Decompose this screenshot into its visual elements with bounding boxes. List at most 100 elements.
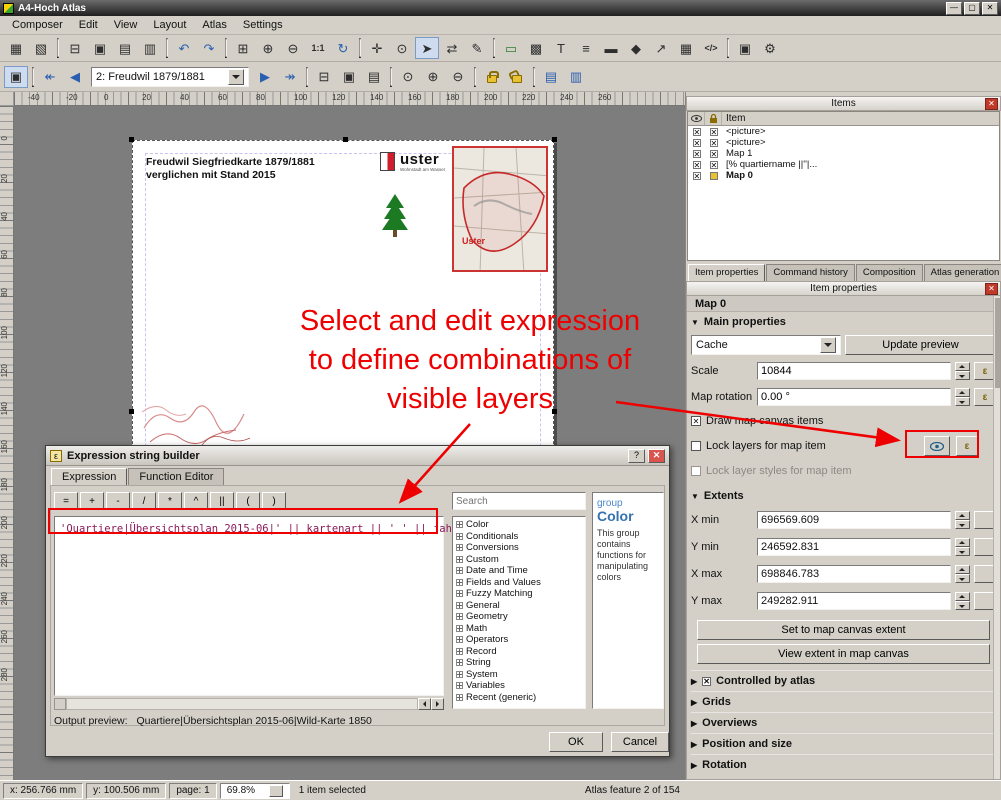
- function-group-variables[interactable]: Variables: [453, 680, 585, 692]
- lock-checkbox[interactable]: ✕: [705, 128, 722, 136]
- function-group-conditionals[interactable]: Conditionals: [453, 531, 585, 543]
- expand-icon[interactable]: [456, 694, 463, 701]
- add-image-button[interactable]: ▩: [524, 37, 548, 59]
- export-atlas-pdf-button[interactable]: ▤: [362, 66, 386, 88]
- function-group-fields-and-values[interactable]: Fields and Values: [453, 577, 585, 589]
- function-group-color[interactable]: Color: [453, 519, 585, 531]
- items-panel-close-button[interactable]: ✕: [985, 98, 998, 110]
- close-button[interactable]: ✕: [982, 2, 998, 15]
- dialog-close-button[interactable]: ✕: [648, 449, 665, 463]
- maximize-button[interactable]: ▢: [964, 2, 980, 15]
- menu-edit[interactable]: Edit: [71, 17, 106, 33]
- item-row-picture[interactable]: ✕ ✕ <picture>: [688, 126, 999, 137]
- zoom-level-combo[interactable]: 69.8%: [220, 783, 290, 799]
- draw-map-canvas-items-checkbox[interactable]: ✕ Draw map canvas items: [691, 410, 996, 432]
- lock-checkbox[interactable]: ✕: [705, 161, 722, 169]
- scroll-left-icon[interactable]: [418, 698, 431, 710]
- chevron-down-icon[interactable]: [820, 337, 836, 353]
- section-main-properties[interactable]: ▼ Main properties: [691, 312, 996, 332]
- expand-icon[interactable]: [456, 671, 463, 678]
- first-feature-button[interactable]: ↞: [38, 66, 62, 88]
- lock-selected-items-button[interactable]: [480, 66, 504, 88]
- last-feature-button[interactable]: ↠: [278, 66, 302, 88]
- selection-handle[interactable]: [129, 409, 134, 414]
- expand-icon[interactable]: [456, 556, 463, 563]
- section-checkbox[interactable]: ✕: [702, 677, 711, 686]
- add-shape-button[interactable]: ◆: [624, 37, 648, 59]
- expand-icon[interactable]: [456, 602, 463, 609]
- scale-stepper[interactable]: [955, 362, 970, 380]
- dialog-tab-function-editor[interactable]: Function Editor: [128, 468, 224, 486]
- print-button[interactable]: ⊟: [63, 37, 87, 59]
- extent-stepper[interactable]: [955, 565, 970, 583]
- section-overviews[interactable]: ▶ Overviews: [691, 712, 996, 733]
- item-properties-close-button[interactable]: ✕: [985, 283, 998, 295]
- move-item-content-button[interactable]: ⇄: [440, 37, 464, 59]
- function-group-conversions[interactable]: Conversions: [453, 542, 585, 554]
- section-extents[interactable]: ▼ Extents: [691, 486, 996, 506]
- dialog-titlebar[interactable]: ε Expression string builder ? ✕: [46, 446, 669, 466]
- align-items-button[interactable]: ▥: [564, 66, 588, 88]
- selection-handle[interactable]: [129, 137, 134, 142]
- extent-field-input[interactable]: 698846.783: [757, 565, 951, 583]
- undo-button[interactable]: ↶: [172, 37, 196, 59]
- menu-settings[interactable]: Settings: [235, 17, 291, 33]
- menu-composer[interactable]: Composer: [4, 17, 71, 33]
- cache-mode-combo[interactable]: Cache: [691, 335, 841, 355]
- operator-button[interactable]: ^: [184, 492, 208, 510]
- map-preview-thumbnail[interactable]: Uster: [452, 146, 548, 272]
- extent-stepper[interactable]: [955, 511, 970, 529]
- section-grids[interactable]: ▶ Grids: [691, 691, 996, 712]
- function-group-system[interactable]: System: [453, 669, 585, 681]
- ok-button[interactable]: OK: [549, 732, 603, 752]
- visibility-checkbox[interactable]: ✕: [688, 128, 705, 136]
- export-as-svg-button[interactable]: ▤: [113, 37, 137, 59]
- expand-icon[interactable]: [456, 648, 463, 655]
- editor-horizontal-scrollbar[interactable]: [54, 698, 444, 710]
- expand-icon[interactable]: [456, 682, 463, 689]
- next-feature-button[interactable]: ▶: [253, 66, 277, 88]
- zoom-out-button[interactable]: ⊖: [281, 37, 305, 59]
- operator-button[interactable]: ||: [210, 492, 234, 510]
- zoom-in-button[interactable]: ⊕: [256, 37, 280, 59]
- add-arrow-button[interactable]: ↗: [649, 37, 673, 59]
- expand-icon[interactable]: [456, 659, 463, 666]
- uster-logo[interactable]: uster Wohnstadt am Wasser: [380, 152, 445, 172]
- expand-icon[interactable]: [456, 544, 463, 551]
- refresh-view-button[interactable]: ↻: [331, 37, 355, 59]
- expand-icon[interactable]: [456, 521, 463, 528]
- set-to-map-canvas-extent-button[interactable]: Set to map canvas extent: [697, 620, 990, 640]
- add-attribute-table-button[interactable]: ▦: [674, 37, 698, 59]
- select-move-item-button[interactable]: ➤: [415, 37, 439, 59]
- zoom-tool-button[interactable]: ⊙: [390, 37, 414, 59]
- dialog-tab-expression[interactable]: Expression: [51, 468, 127, 486]
- visibility-checkbox[interactable]: ✕: [688, 161, 705, 169]
- expand-icon[interactable]: [456, 533, 463, 540]
- operator-button[interactable]: (: [236, 492, 260, 510]
- menu-layout[interactable]: Layout: [145, 17, 194, 33]
- visibility-checkbox[interactable]: ✕: [688, 139, 705, 147]
- preview-atlas-button[interactable]: ▣: [4, 66, 28, 88]
- update-preview-button[interactable]: Update preview: [845, 335, 996, 355]
- menu-view[interactable]: View: [106, 17, 146, 33]
- export-as-image-button[interactable]: ▣: [88, 37, 112, 59]
- expression-editor[interactable]: 'Quartiere|Übersichtsplan 2015-06|' || k…: [54, 516, 444, 696]
- add-label-button[interactable]: T: [549, 37, 573, 59]
- selection-handle[interactable]: [343, 137, 348, 142]
- add-html-frame-button[interactable]: </>: [699, 37, 723, 59]
- operator-button[interactable]: =: [54, 492, 78, 510]
- function-group-string[interactable]: String: [453, 657, 585, 669]
- expand-icon[interactable]: [456, 590, 463, 597]
- visibility-checkbox[interactable]: ✕: [688, 172, 705, 180]
- item-row-quartiername[interactable]: ✕ ✕ [% quartiername ||''|...: [688, 159, 999, 170]
- scale-input[interactable]: [757, 362, 951, 380]
- raise-items-button[interactable]: ▤: [539, 66, 563, 88]
- extent-stepper[interactable]: [955, 592, 970, 610]
- chevron-down-icon[interactable]: [228, 69, 244, 85]
- lock-checkbox[interactable]: ✕: [705, 150, 722, 158]
- add-new-map-button[interactable]: ▭: [499, 37, 523, 59]
- zoom-actual-button[interactable]: 1:1: [306, 37, 330, 59]
- view-extent-in-map-canvas-button[interactable]: View extent in map canvas: [697, 644, 990, 664]
- menu-atlas[interactable]: Atlas: [194, 17, 234, 33]
- scroll-right-icon[interactable]: [431, 698, 444, 710]
